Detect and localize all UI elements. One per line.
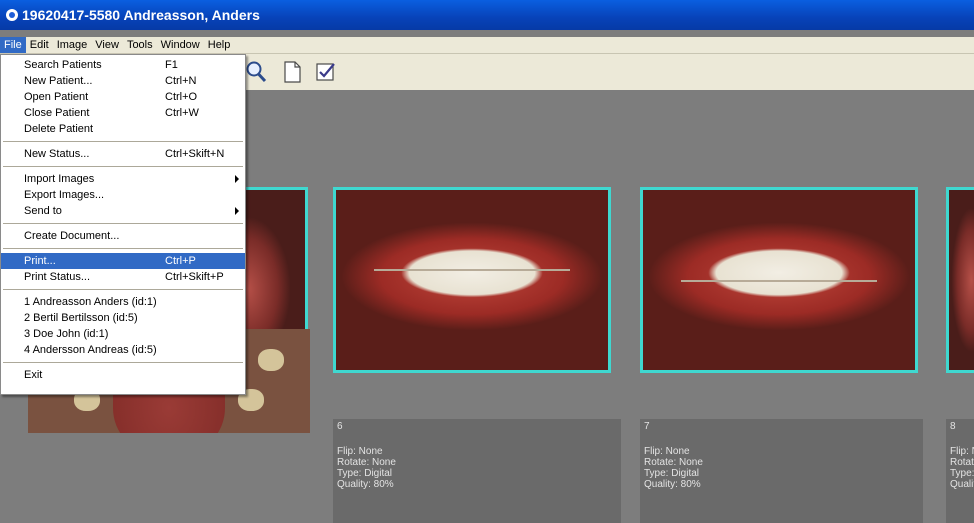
quality-text: Quality: 80%	[337, 479, 394, 490]
menu-window[interactable]: Window	[157, 37, 204, 53]
menu-item-recent-patient[interactable]: 2 Bertil Bertilsson (id:5)	[1, 310, 245, 326]
app-icon	[6, 9, 18, 21]
teeth-line	[374, 269, 570, 272]
menu-item-label: Create Document...	[24, 230, 120, 242]
menu-item-print[interactable]: Print... Ctrl+P	[1, 253, 245, 269]
menu-item-send-to[interactable]: Send to	[1, 203, 245, 219]
menu-item-label: Search Patients	[24, 59, 102, 71]
image-number: 7	[644, 421, 650, 432]
menu-item-shortcut: Ctrl+O	[165, 91, 198, 103]
teeth-line	[681, 280, 877, 282]
menu-item-shortcut: Ctrl+N	[165, 75, 197, 87]
rotate-text: Rotat	[950, 457, 974, 468]
menu-file[interactable]: File	[0, 37, 26, 53]
menu-item-recent-patient[interactable]: 4 Andersson Andreas (id:5)	[1, 342, 245, 358]
image-thumbnail[interactable]	[946, 187, 974, 373]
flip-text: Flip: None	[337, 446, 383, 457]
menu-item-label: Print Status...	[24, 271, 91, 283]
menu-item-label: Exit	[24, 369, 43, 381]
menu-bar: File Edit Image View Tools Window Help	[0, 37, 974, 54]
file-menu-dropdown: Search Patients F1 New Patient... Ctrl+N O…	[0, 54, 246, 395]
menu-item-shortcut: Ctrl+W	[165, 107, 199, 119]
menu-item-delete-patient[interactable]: Delete Patient	[1, 121, 245, 137]
menu-item-export-images[interactable]: Export Images...	[1, 187, 245, 203]
type-text: Type: Digital	[337, 468, 393, 479]
image-number: 8	[950, 421, 956, 432]
submenu-arrow-icon	[235, 175, 239, 183]
menu-item-shortcut: F1	[165, 59, 178, 71]
menu-item-label: 1 Andreasson Anders (id:1)	[24, 296, 157, 308]
menu-item-open-patient[interactable]: Open Patient Ctrl+O	[1, 89, 245, 105]
menu-item-recent-patient[interactable]: 3 Doe John (id:1)	[1, 326, 245, 342]
menu-help[interactable]: Help	[204, 37, 235, 53]
menu-item-label: New Patient...	[24, 75, 93, 87]
menu-item-label: New Status...	[24, 148, 90, 160]
menu-item-label: Print...	[24, 255, 56, 267]
rotate-text: Rotate: None	[644, 457, 703, 468]
menu-item-label: 2 Bertil Bertilsson (id:5)	[24, 312, 138, 324]
menu-separator	[3, 166, 243, 167]
menu-item-label: Open Patient	[24, 91, 89, 103]
menu-item-import-images[interactable]: Import Images	[1, 171, 245, 187]
image-info-panel[interactable]: 8 Flip: N Rotat Type: Qualit	[946, 419, 974, 523]
menu-item-shortcut: Ctrl+P	[165, 255, 196, 267]
type-text: Type: Digital	[644, 468, 700, 479]
menu-tools[interactable]: Tools	[123, 37, 157, 53]
tooth	[258, 349, 284, 371]
submenu-arrow-icon	[235, 207, 239, 215]
menu-item-label: Delete Patient	[24, 123, 94, 135]
menu-item-shortcut: Ctrl+Skift+P	[165, 271, 224, 283]
image-thumbnail[interactable]	[333, 187, 611, 373]
quality-text: Qualit	[950, 479, 974, 490]
menu-view[interactable]: View	[91, 37, 123, 53]
zoom-icon[interactable]	[244, 60, 268, 84]
menu-item-exit[interactable]: Exit	[1, 367, 245, 383]
menu-separator	[3, 248, 243, 249]
title-bar[interactable]: 19620417-5580 Andreasson, Anders	[0, 0, 974, 30]
menu-item-label: 3 Doe John (id:1)	[24, 328, 109, 340]
menu-edit[interactable]: Edit	[26, 37, 53, 53]
menu-item-close-patient[interactable]: Close Patient Ctrl+W	[1, 105, 245, 121]
menu-separator	[3, 223, 243, 224]
window-title: 19620417-5580 Andreasson, Anders	[22, 7, 260, 23]
menu-item-label: Export Images...	[24, 189, 105, 201]
menu-item-label: Close Patient	[24, 107, 90, 119]
menu-item-shortcut: Ctrl+Skift+N	[165, 148, 225, 160]
type-text: Type:	[950, 468, 974, 479]
flip-text: Flip: None	[644, 446, 690, 457]
new-document-icon[interactable]	[280, 60, 304, 84]
menu-item-new-status[interactable]: New Status... Ctrl+Skift+N	[1, 146, 245, 162]
menu-item-label: Import Images	[24, 173, 95, 185]
image-thumbnail[interactable]	[640, 187, 918, 373]
menu-separator	[3, 141, 243, 142]
image-info-panel[interactable]: 6 Flip: None Rotate: None Type: Digital …	[333, 419, 621, 523]
quality-text: Quality: 80%	[644, 479, 701, 490]
menu-item-label: 4 Andersson Andreas (id:5)	[24, 344, 157, 356]
image-info-panel[interactable]: 7 Flip: None Rotate: None Type: Digital …	[640, 419, 923, 523]
menu-separator	[3, 362, 243, 363]
menu-image[interactable]: Image	[53, 37, 92, 53]
flip-text: Flip: N	[950, 446, 974, 457]
menu-separator	[3, 289, 243, 290]
rotate-text: Rotate: None	[337, 457, 396, 468]
menu-item-recent-patient[interactable]: 1 Andreasson Anders (id:1)	[1, 294, 245, 310]
menu-item-label: Send to	[24, 205, 62, 217]
menu-item-print-status[interactable]: Print Status... Ctrl+Skift+P	[1, 269, 245, 285]
image-number: 6	[337, 421, 343, 432]
menu-item-create-document[interactable]: Create Document...	[1, 228, 245, 244]
menu-item-search-patients[interactable]: Search Patients F1	[1, 57, 245, 73]
checklist-icon[interactable]	[314, 60, 338, 84]
menu-item-new-patient[interactable]: New Patient... Ctrl+N	[1, 73, 245, 89]
